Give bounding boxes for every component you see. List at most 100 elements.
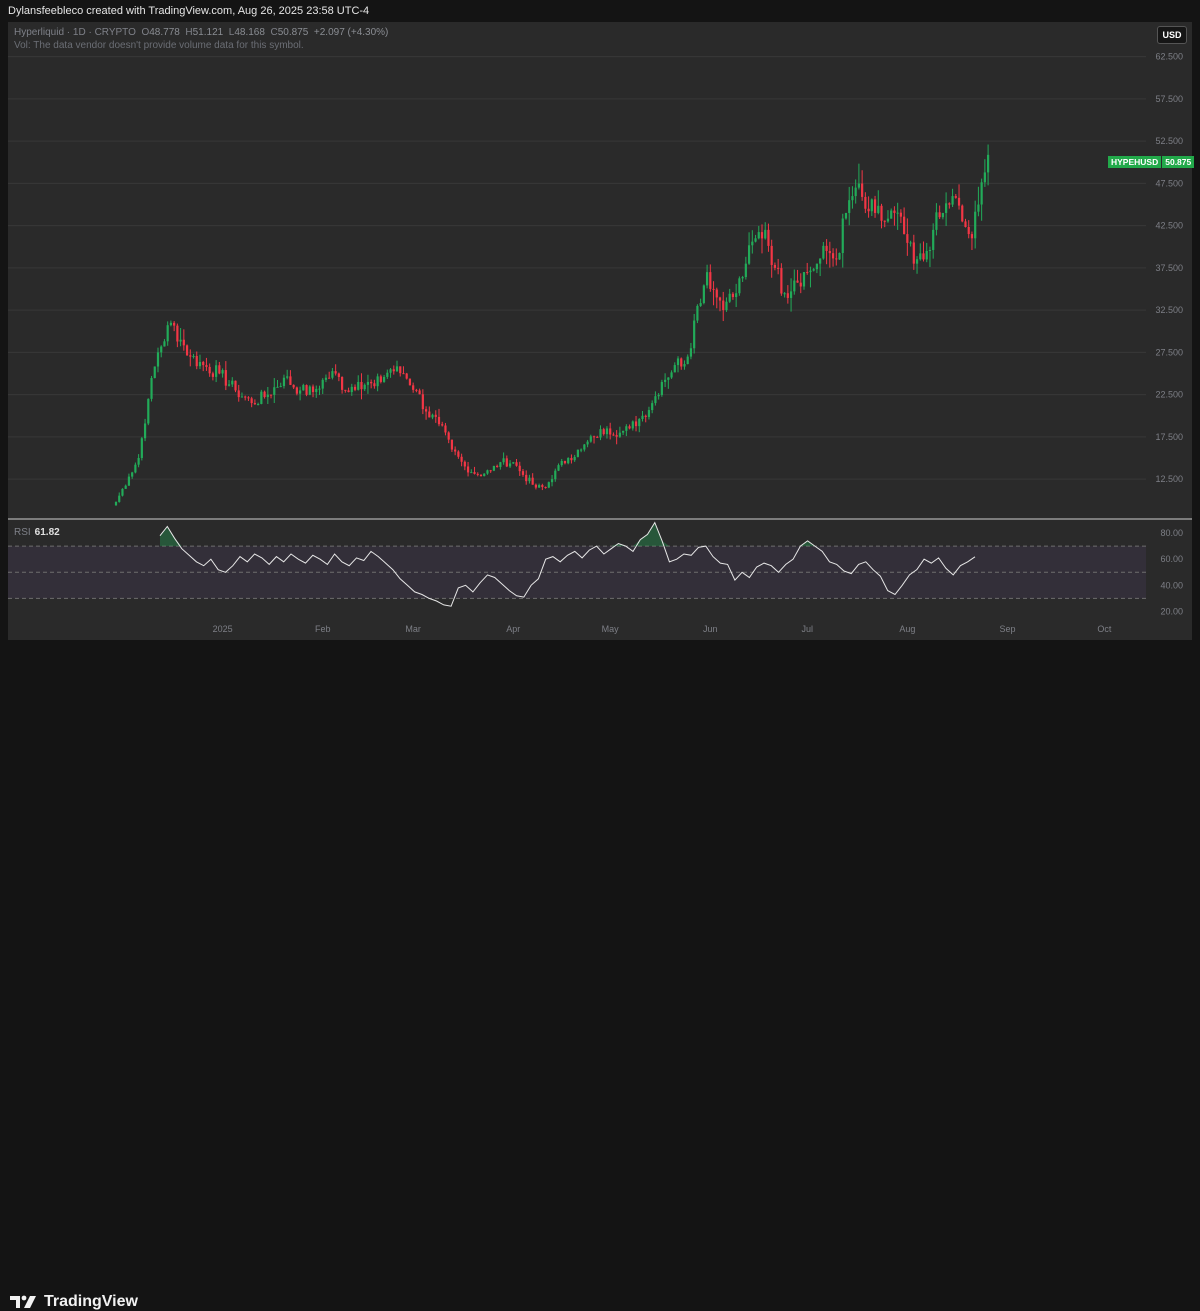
candle-body [583, 444, 586, 450]
x-tick-label: Apr [506, 624, 520, 634]
candle-body [806, 272, 809, 274]
candle-body [945, 203, 948, 213]
ticker-price: 50.875 [1162, 156, 1195, 168]
candle-body [660, 381, 663, 395]
candle-body [789, 291, 793, 298]
candle-body [683, 364, 686, 367]
x-tick-label: 2025 [213, 624, 233, 634]
candle-body [263, 391, 266, 398]
candle-body [486, 470, 489, 474]
candle-body [751, 241, 754, 246]
candle-body [163, 341, 166, 347]
candle-body [870, 199, 873, 212]
candle-body [156, 352, 160, 367]
price-tick-label: 57.500 [1155, 94, 1183, 104]
candle-body [247, 397, 250, 399]
candle-body [466, 466, 470, 473]
candle-body [586, 441, 589, 445]
x-tick-label: Jun [703, 624, 718, 634]
tradingview-logo[interactable]: TradingView [10, 1293, 138, 1311]
candle-body [276, 386, 279, 388]
candle-body [344, 389, 347, 391]
candle-body [873, 199, 877, 213]
candle-body [560, 461, 563, 466]
candle-body [131, 472, 134, 477]
currency-button[interactable]: USD [1157, 26, 1187, 44]
candle-body [651, 403, 654, 411]
candle-body [941, 212, 944, 218]
candle-body [696, 305, 699, 321]
high-label: H [185, 27, 193, 38]
candle-body [269, 394, 273, 396]
candle-body [389, 369, 392, 373]
candle-body [140, 438, 143, 459]
candle-body [822, 245, 825, 259]
candle-body [437, 416, 441, 425]
symbol-info: Hyperliquid · 1D · CRYPTO O48.778 H51.12… [14, 27, 388, 38]
x-tick-label: May [602, 624, 620, 634]
candle-body [337, 373, 340, 377]
rsi-tick-label: 40.00 [1160, 580, 1183, 590]
candle-body [589, 436, 592, 442]
candle-body [460, 456, 463, 462]
candle-body [476, 473, 479, 475]
candle-body [211, 373, 214, 377]
candle-body [786, 293, 789, 298]
candle-body [948, 203, 951, 205]
candle-body [957, 197, 961, 206]
candle-body [185, 345, 189, 356]
x-tick-label: Sep [999, 624, 1015, 634]
candle-body [638, 418, 641, 427]
candle-body [699, 303, 702, 306]
candle-body [221, 370, 224, 374]
price-tick-label: 42.500 [1155, 221, 1183, 231]
candle-body [715, 289, 718, 298]
candle-body [741, 277, 744, 279]
candle-body [538, 485, 541, 488]
candle-body [470, 472, 473, 474]
x-tick-label: Jul [801, 624, 813, 634]
candle-body [127, 476, 131, 486]
price-tick-label: 17.500 [1155, 432, 1183, 442]
candle-body [202, 362, 205, 366]
candle-body [240, 396, 244, 398]
candle-body [250, 398, 253, 404]
candle-body [302, 385, 305, 391]
candle-body [799, 282, 802, 287]
candle-body [502, 458, 505, 463]
price-chart-svg[interactable]: 62.500 57.500 52.500 47.500 42.500 37.500 32.5… [0, 0, 1200, 685]
candle-body [331, 371, 334, 378]
candle-body [760, 232, 764, 239]
candle-body [457, 451, 460, 457]
candle-body [512, 462, 515, 464]
candle-body [612, 434, 615, 436]
candle-body [602, 429, 605, 435]
candle-body [909, 242, 912, 244]
candle-body [912, 242, 915, 264]
rsi-legend: RSI 61.82 [14, 527, 60, 538]
rsi-tick-label: 20.00 [1160, 606, 1183, 616]
candle-body [405, 373, 408, 379]
candle-body [954, 196, 957, 198]
candle-body [670, 372, 673, 378]
candle-body [712, 288, 715, 290]
candle-body [964, 221, 967, 227]
rsi-tick-label: 60.00 [1160, 554, 1183, 564]
candle-body [815, 263, 819, 270]
candle-body [353, 386, 357, 390]
candle-body [143, 423, 147, 439]
candle-body [780, 268, 783, 294]
candle-body [315, 388, 318, 393]
candle-body [705, 272, 709, 286]
candle-body [253, 403, 256, 405]
candle-body [899, 212, 902, 217]
candle-body [667, 377, 670, 380]
candle-body [592, 436, 596, 438]
candle-body [864, 196, 867, 209]
candle-body [192, 356, 195, 358]
candle-body [182, 339, 185, 346]
candle-body [379, 376, 382, 382]
rsi-overbought-fill [160, 522, 975, 547]
candle-body [644, 415, 647, 417]
candle-body [974, 211, 977, 239]
